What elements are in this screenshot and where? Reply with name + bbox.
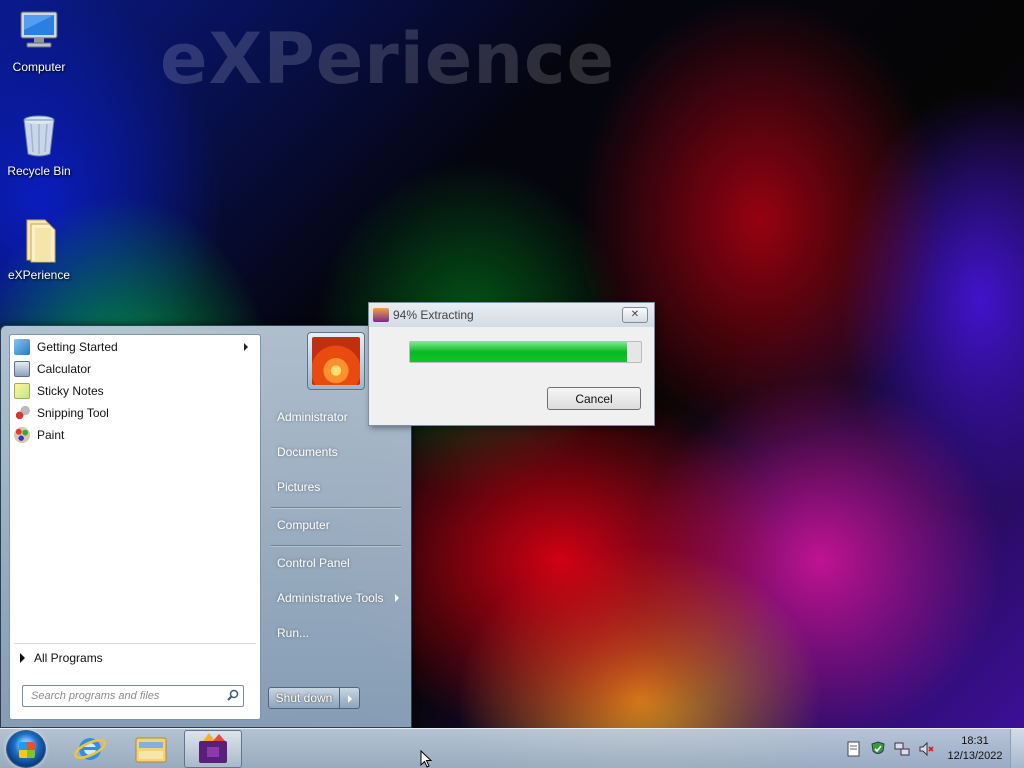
- start-menu-programs-pane: Getting Started Calculator Sticky Notes …: [9, 334, 261, 720]
- start-link-documents[interactable]: Documents: [269, 439, 403, 465]
- start-item-label: Calculator: [37, 362, 92, 376]
- archive-app-icon: [199, 733, 227, 763]
- shutdown-options-button[interactable]: [340, 687, 360, 709]
- calculator-icon: [14, 361, 30, 377]
- search-icon[interactable]: [227, 689, 239, 701]
- shutdown-button[interactable]: Shut down: [268, 687, 340, 709]
- start-item-label: Paint: [37, 428, 65, 442]
- user-picture[interactable]: [307, 332, 365, 390]
- windows-logo-icon: [19, 742, 35, 758]
- start-link-pictures[interactable]: Pictures: [269, 474, 403, 500]
- computer-icon: [15, 8, 63, 56]
- cancel-button[interactable]: Cancel: [547, 387, 641, 410]
- start-link-label: Administrative Tools: [277, 591, 384, 605]
- wallpaper-watermark: eXPerience: [160, 18, 616, 100]
- start-item-snipping-tool[interactable]: Snipping Tool: [10, 402, 260, 424]
- action-center-icon[interactable]: [846, 741, 862, 757]
- clock-time: 18:31: [961, 735, 989, 747]
- start-link-administrative-tools[interactable]: Administrative Tools: [269, 585, 403, 611]
- all-programs-button[interactable]: All Programs: [20, 651, 103, 665]
- chevron-right-icon: [348, 695, 352, 703]
- tray-clock[interactable]: 18:31 12/13/2022: [944, 734, 1006, 764]
- folder-icon: [15, 216, 63, 264]
- start-search-input[interactable]: Search programs and files: [22, 685, 244, 707]
- windows-explorer-icon: [135, 737, 167, 763]
- getting-started-icon: [14, 339, 30, 355]
- start-links-separator: [271, 545, 401, 546]
- submenu-arrow-icon: [395, 594, 399, 602]
- start-item-label: Getting Started: [37, 340, 118, 354]
- submenu-arrow-icon: [244, 343, 248, 351]
- start-item-label: Snipping Tool: [37, 406, 109, 420]
- taskbar-extractor-app[interactable]: [184, 730, 242, 768]
- security-shield-icon[interactable]: [870, 741, 886, 757]
- start-item-label: Sticky Notes: [37, 384, 104, 398]
- start-item-paint[interactable]: Paint: [10, 424, 260, 446]
- search-placeholder: Search programs and files: [31, 690, 160, 702]
- start-item-getting-started[interactable]: Getting Started: [10, 336, 260, 358]
- progress-fill: [410, 342, 628, 362]
- shutdown-control: Shut down: [268, 687, 360, 709]
- start-links-separator: [271, 507, 401, 508]
- show-desktop-button[interactable]: [1010, 729, 1024, 768]
- recycle-bin-icon: [15, 112, 63, 160]
- taskbar: 18:31 12/13/2022: [0, 728, 1024, 768]
- extract-progress-bar: [409, 341, 642, 363]
- close-button[interactable]: ✕: [622, 307, 648, 323]
- all-programs-label: All Programs: [34, 651, 103, 665]
- network-icon[interactable]: [894, 741, 910, 757]
- desktop-icon-label: Computer: [12, 60, 66, 74]
- start-item-sticky-notes[interactable]: Sticky Notes: [10, 380, 260, 402]
- flower-avatar-icon: [312, 337, 360, 385]
- start-link-computer[interactable]: Computer: [269, 512, 403, 538]
- snipping-tool-icon: [14, 405, 30, 421]
- start-link-label: Pictures: [277, 480, 321, 494]
- start-menu: Getting Started Calculator Sticky Notes …: [0, 325, 412, 728]
- clock-date: 12/13/2022: [947, 750, 1003, 762]
- triangle-right-icon: [20, 653, 25, 663]
- start-link-label: Control Panel: [277, 556, 350, 570]
- desktop-icon-experience-folder[interactable]: eXPerience: [0, 216, 78, 282]
- desktop-icon-label: eXPerience: [7, 268, 71, 282]
- extracting-dialog: 94% Extracting ✕ Cancel: [368, 302, 655, 426]
- archive-app-icon: [373, 308, 389, 322]
- desktop-icon-recycle-bin[interactable]: Recycle Bin: [0, 112, 78, 178]
- volume-muted-icon[interactable]: [918, 741, 934, 757]
- start-link-label: Run...: [277, 626, 310, 640]
- start-link-run[interactable]: Run...: [269, 620, 403, 646]
- start-link-label: Computer: [277, 518, 330, 532]
- start-button[interactable]: [6, 730, 46, 768]
- dialog-titlebar[interactable]: 94% Extracting ✕: [369, 303, 654, 327]
- start-item-calculator[interactable]: Calculator: [10, 358, 260, 380]
- start-link-label: Documents: [277, 445, 338, 459]
- internet-explorer-icon: [74, 738, 106, 760]
- all-programs-separator: [14, 643, 256, 644]
- taskbar-internet-explorer[interactable]: [62, 730, 120, 768]
- start-link-control-panel[interactable]: Control Panel: [269, 550, 403, 576]
- start-link-label: Administrator: [277, 410, 348, 424]
- desktop-icon-computer[interactable]: Computer: [0, 8, 78, 74]
- sticky-notes-icon: [14, 383, 30, 399]
- dialog-title: 94% Extracting: [393, 308, 474, 322]
- taskbar-windows-explorer[interactable]: [122, 730, 180, 768]
- paint-icon: [14, 427, 30, 443]
- close-icon: ✕: [630, 309, 640, 320]
- desktop-icon-label: Recycle Bin: [7, 164, 71, 178]
- mouse-cursor-icon: [420, 750, 433, 768]
